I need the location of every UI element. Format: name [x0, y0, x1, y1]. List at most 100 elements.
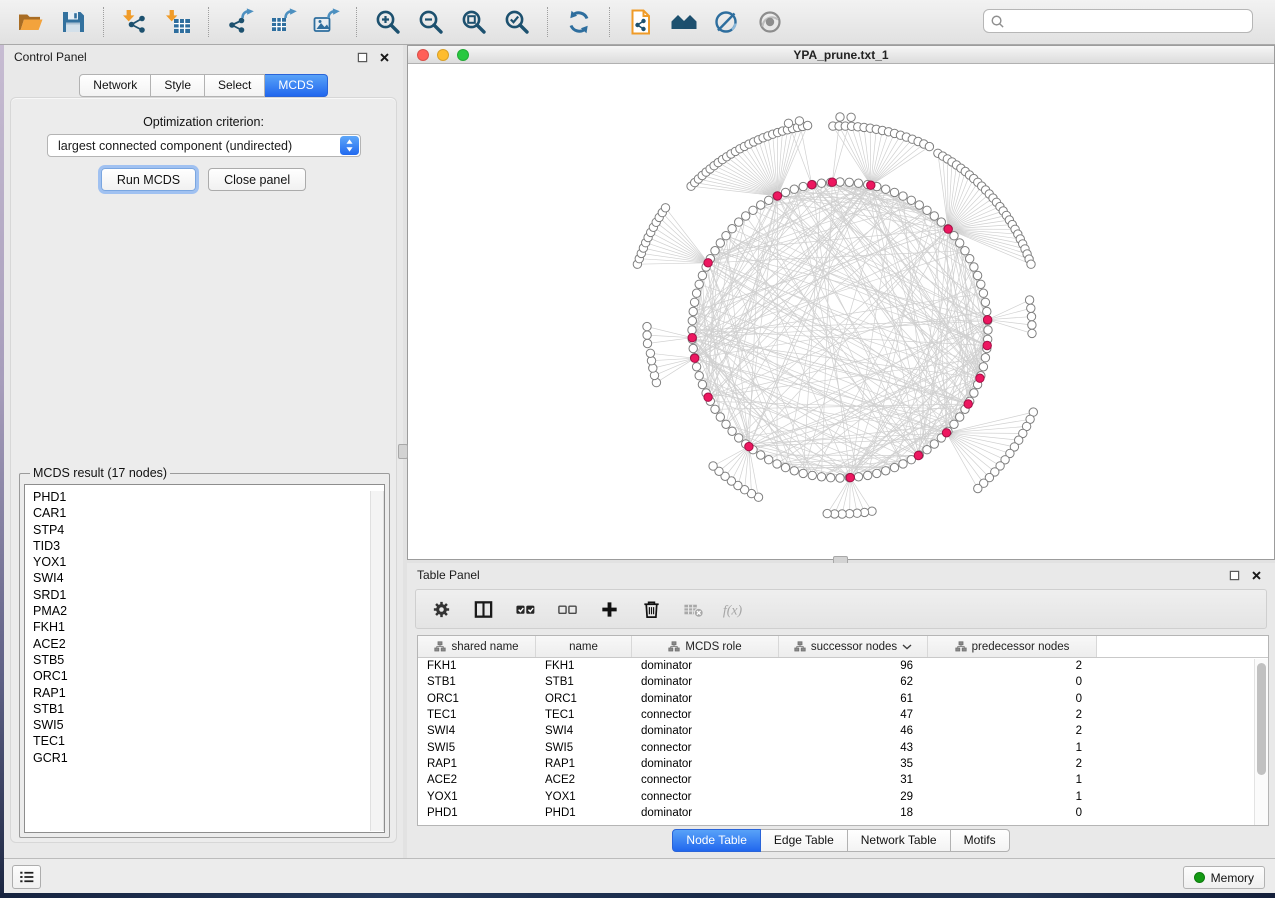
export-image-button[interactable] — [304, 2, 347, 42]
column-header-mcds-role[interactable]: MCDS role — [632, 636, 779, 657]
table-cell[interactable]: 2 — [928, 660, 1097, 672]
tab-node-table[interactable]: Node Table — [672, 829, 761, 852]
table-cell[interactable]: ACE2 — [536, 774, 632, 786]
table-row[interactable]: STB1STB1dominator620 — [418, 674, 1268, 690]
result-list-item[interactable]: FKH1 — [33, 619, 384, 635]
table-cell[interactable]: 0 — [928, 676, 1097, 688]
table-row[interactable]: TEC1TEC1connector472 — [418, 707, 1268, 723]
table-cell[interactable]: connector — [632, 774, 779, 786]
vertical-splitter-handle[interactable] — [398, 444, 408, 459]
table-scrollbar-thumb[interactable] — [1257, 663, 1266, 775]
export-table-button[interactable] — [261, 2, 304, 42]
show-hidden-button[interactable] — [748, 2, 791, 42]
save-session-button[interactable] — [51, 2, 94, 42]
result-list-item[interactable]: RAP1 — [33, 685, 384, 701]
table-cell[interactable]: 35 — [779, 758, 928, 770]
import-network-button[interactable] — [113, 2, 156, 42]
table-cell[interactable]: 96 — [779, 660, 928, 672]
first-neighbors-button[interactable] — [662, 2, 705, 42]
tab-edge-table[interactable]: Edge Table — [761, 829, 848, 852]
mcds-result-scrollbar[interactable] — [370, 491, 384, 831]
mcds-result-list[interactable]: PHD1CAR1STP4TID3YOX1SWI4SRD1PMA2FKH1ACE2… — [24, 484, 385, 833]
table-cell[interactable]: SWI4 — [418, 725, 536, 737]
table-cell[interactable]: 2 — [928, 725, 1097, 737]
column-header-successor-nodes[interactable]: successor nodes — [779, 636, 928, 657]
tab-motifs[interactable]: Motifs — [951, 829, 1010, 852]
table-cell[interactable]: connector — [632, 791, 779, 803]
table-row[interactable]: ORC1ORC1dominator610 — [418, 691, 1268, 707]
tab-mcds[interactable]: MCDS — [265, 74, 327, 97]
table-cell[interactable]: SWI4 — [536, 725, 632, 737]
result-list-item[interactable]: PMA2 — [33, 603, 384, 619]
table-cell[interactable]: 31 — [779, 774, 928, 786]
table-cell[interactable]: TEC1 — [536, 709, 632, 721]
result-list-item[interactable]: ORC1 — [33, 668, 384, 684]
table-cell[interactable]: RAP1 — [536, 758, 632, 770]
table-cell[interactable]: 0 — [928, 693, 1097, 705]
result-list-item[interactable]: PHD1 — [33, 489, 384, 505]
table-cell[interactable]: 1 — [928, 742, 1097, 754]
result-list-item[interactable]: SWI4 — [33, 570, 384, 586]
table-cell[interactable]: 43 — [779, 742, 928, 754]
close-panel-button[interactable] — [375, 49, 393, 65]
table-cell[interactable]: TEC1 — [418, 709, 536, 721]
table-row[interactable]: SWI5SWI5connector431 — [418, 739, 1268, 755]
table-cell[interactable]: YOX1 — [536, 791, 632, 803]
deselect-all-columns-button[interactable] — [554, 595, 580, 623]
table-cell[interactable]: STB1 — [536, 676, 632, 688]
tab-style[interactable]: Style — [151, 74, 205, 97]
window-minimize-button[interactable] — [437, 49, 449, 61]
table-cell[interactable]: 1 — [928, 774, 1097, 786]
table-cell[interactable]: dominator — [632, 725, 779, 737]
table-scrollbar[interactable] — [1254, 659, 1268, 825]
result-list-item[interactable]: STB5 — [33, 652, 384, 668]
memory-button[interactable]: Memory — [1183, 866, 1265, 889]
table-cell[interactable]: dominator — [632, 660, 779, 672]
result-list-item[interactable]: YOX1 — [33, 554, 384, 570]
select-all-columns-button[interactable] — [512, 595, 538, 623]
tab-network-table[interactable]: Network Table — [848, 829, 951, 852]
result-list-item[interactable]: STB1 — [33, 701, 384, 717]
table-cell[interactable]: 47 — [779, 709, 928, 721]
zoom-fit-button[interactable] — [452, 2, 495, 42]
import-table-button[interactable] — [156, 2, 199, 42]
toggle-panel-button[interactable] — [470, 595, 496, 623]
search-input[interactable] — [1009, 14, 1246, 28]
table-cell[interactable]: dominator — [632, 807, 779, 819]
zoom-selected-button[interactable] — [495, 2, 538, 42]
tab-network[interactable]: Network — [79, 74, 151, 97]
network-graph-canvas[interactable] — [408, 64, 1274, 558]
create-column-button[interactable] — [596, 595, 622, 623]
result-list-item[interactable]: SRD1 — [33, 587, 384, 603]
table-cell[interactable]: dominator — [632, 693, 779, 705]
close-table-panel-button[interactable] — [1247, 567, 1265, 583]
open-file-button[interactable] — [8, 2, 51, 42]
table-cell[interactable]: PHD1 — [418, 807, 536, 819]
table-cell[interactable]: 29 — [779, 791, 928, 803]
refresh-button[interactable] — [557, 2, 600, 42]
table-cell[interactable]: FKH1 — [536, 660, 632, 672]
zoom-in-button[interactable] — [366, 2, 409, 42]
column-header-name[interactable]: name — [536, 636, 632, 657]
table-cell[interactable]: RAP1 — [418, 758, 536, 770]
table-cell[interactable]: ORC1 — [418, 693, 536, 705]
table-cell[interactable]: dominator — [632, 676, 779, 688]
float-panel-button[interactable] — [353, 49, 371, 65]
table-cell[interactable]: 18 — [779, 807, 928, 819]
table-cell[interactable]: PHD1 — [536, 807, 632, 819]
column-header-predecessor-nodes[interactable]: predecessor nodes — [928, 636, 1097, 657]
result-list-item[interactable]: STP4 — [33, 522, 384, 538]
table-cell[interactable]: SWI5 — [536, 742, 632, 754]
float-table-panel-button[interactable] — [1225, 567, 1243, 583]
result-list-item[interactable]: TEC1 — [33, 733, 384, 749]
result-list-item[interactable]: CAR1 — [33, 505, 384, 521]
window-zoom-button[interactable] — [457, 49, 469, 61]
search-field[interactable] — [983, 9, 1253, 33]
table-cell[interactable]: 46 — [779, 725, 928, 737]
table-cell[interactable]: ORC1 — [536, 693, 632, 705]
table-cell[interactable]: 2 — [928, 709, 1097, 721]
result-list-item[interactable]: ACE2 — [33, 636, 384, 652]
hide-selected-button[interactable] — [705, 2, 748, 42]
table-row[interactable]: ACE2ACE2connector311 — [418, 772, 1268, 788]
table-cell[interactable]: 61 — [779, 693, 928, 705]
